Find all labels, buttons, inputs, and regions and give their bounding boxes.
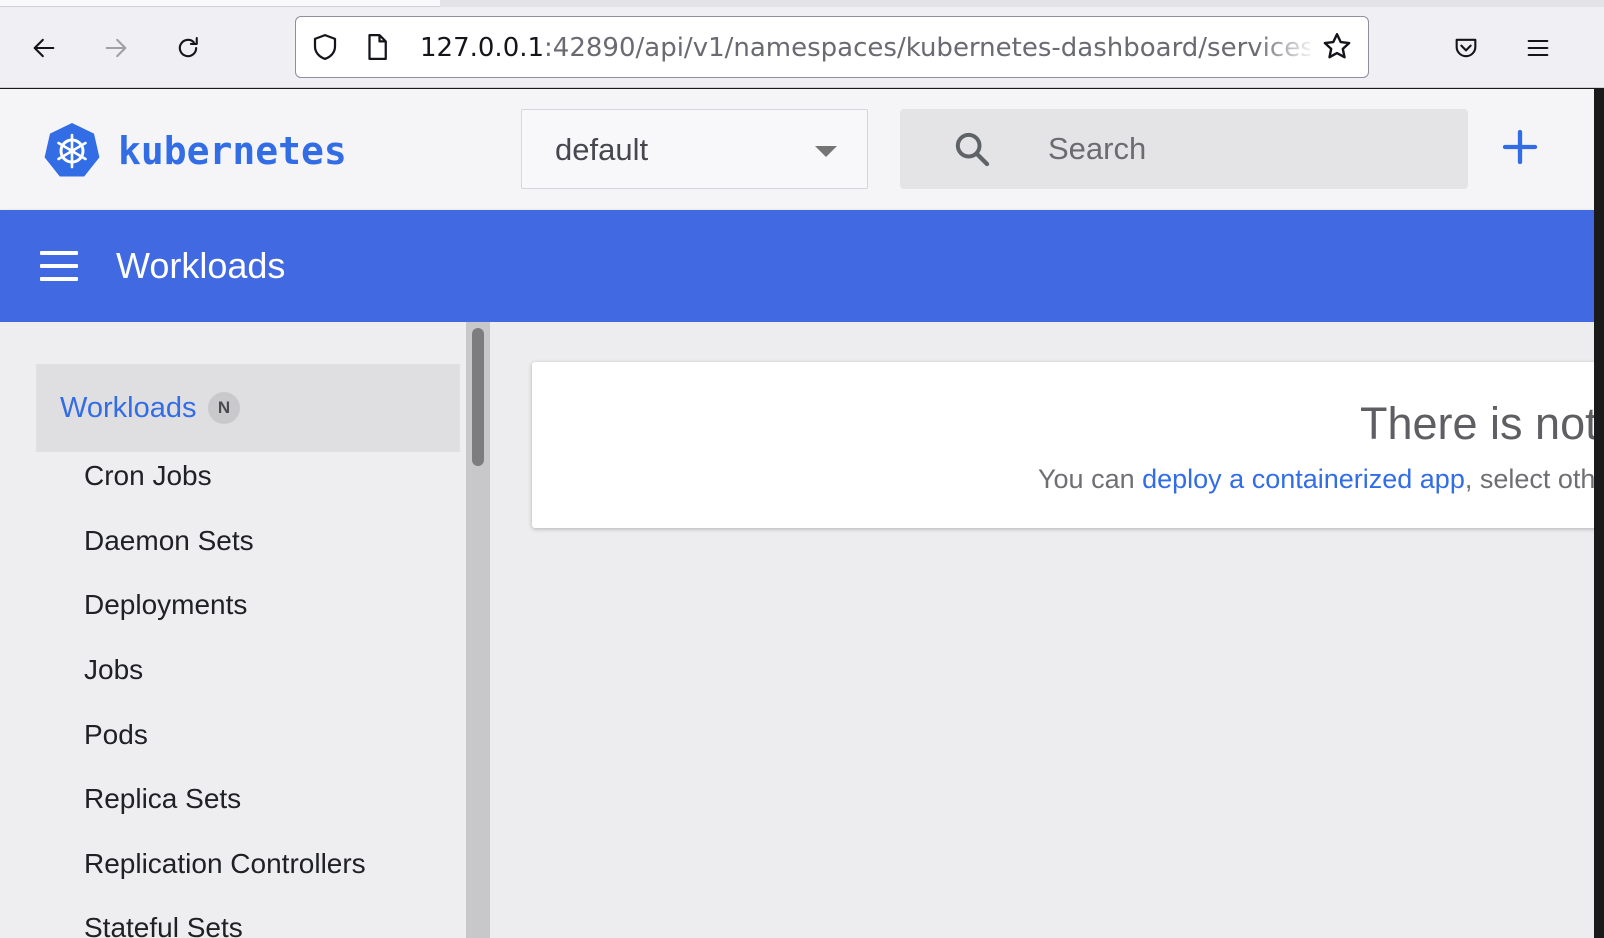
kubernetes-helm-icon (44, 123, 100, 177)
search-icon (955, 132, 990, 167)
empty-state-prefix: You can (1038, 464, 1143, 494)
dropdown-caret-icon (815, 146, 837, 157)
sidebar-item-daemon-sets[interactable]: Daemon Sets (84, 523, 254, 559)
sidebar: Workloads N Cron Jobs Daemon Sets Deploy… (0, 322, 466, 938)
sidebar-item-workloads[interactable]: Workloads N (36, 364, 460, 452)
url-host: 127.0.0.1 (420, 33, 545, 63)
browser-toolbar: 127.0.0.1:42890/api/v1/namespaces/kubern… (0, 0, 1604, 88)
empty-state-message: You can deploy a containerized app, sele… (1038, 462, 1594, 496)
kubernetes-logo[interactable]: kubernetes (42, 121, 372, 181)
main-content: There is nothing to display here You can… (490, 322, 1594, 938)
namespaced-badge: N (208, 392, 240, 424)
page-toolbar: Workloads (0, 210, 1594, 322)
namespace-selector[interactable]: default (521, 109, 868, 189)
pocket-icon (1455, 38, 1477, 58)
url-text[interactable]: 127.0.0.1:42890/api/v1/namespaces/kubern… (420, 31, 1310, 65)
sidebar-scrollbar-thumb[interactable] (472, 328, 484, 466)
tracking-protection-shield-icon[interactable] (310, 32, 340, 62)
page-title: Workloads (116, 245, 286, 286)
sidebar-item-replication-controllers[interactable]: Replication Controllers (84, 846, 366, 882)
empty-state-suffix: , select other namespace or take the Das… (1464, 464, 1594, 494)
sidebar-item-jobs[interactable]: Jobs (84, 652, 143, 688)
create-resource-plus-icon[interactable] (1500, 127, 1540, 167)
sidebar-group-label: Workloads (60, 392, 197, 424)
menu-icon (1527, 39, 1549, 57)
empty-state-title: There is nothing to display here (1360, 398, 1594, 449)
empty-state-card: There is nothing to display here You can… (532, 362, 1594, 528)
forward-button[interactable] (94, 26, 138, 70)
sidebar-item-pods[interactable]: Pods (84, 717, 148, 753)
back-arrow-icon (33, 38, 55, 58)
url-bar[interactable]: 127.0.0.1:42890/api/v1/namespaces/kubern… (295, 16, 1369, 78)
pocket-button[interactable] (1444, 26, 1488, 70)
active-tab[interactable] (0, 0, 440, 7)
search-box[interactable]: Search (900, 109, 1468, 189)
reload-button[interactable] (166, 26, 210, 70)
window-edge (1594, 89, 1604, 938)
sidebar-item-cron-jobs[interactable]: Cron Jobs (84, 458, 212, 494)
page-info-icon[interactable] (362, 32, 392, 62)
url-fade (1256, 27, 1316, 67)
forward-arrow-icon (105, 38, 127, 58)
search-input[interactable]: Search (1048, 131, 1146, 167)
namespace-value: default (555, 132, 649, 167)
dashboard-header: kubernetes default Search (0, 89, 1594, 210)
tab-strip (0, 0, 1604, 7)
logo-text: kubernetes (118, 129, 347, 173)
url-path: :42890/api/v1/namespaces/kubernetes-dash… (544, 33, 1310, 63)
reload-icon (178, 37, 198, 58)
back-button[interactable] (22, 26, 66, 70)
sidebar-item-replica-sets[interactable]: Replica Sets (84, 781, 241, 817)
deploy-app-link[interactable]: deploy a containerized app (1142, 464, 1465, 494)
app-menu-button[interactable] (1516, 26, 1560, 70)
sidebar-item-deployments[interactable]: Deployments (84, 587, 247, 623)
sidebar-toggle-hamburger-icon[interactable] (40, 251, 80, 281)
sidebar-item-stateful-sets[interactable]: Stateful Sets (84, 910, 243, 938)
bookmark-star-icon[interactable] (1320, 30, 1354, 64)
